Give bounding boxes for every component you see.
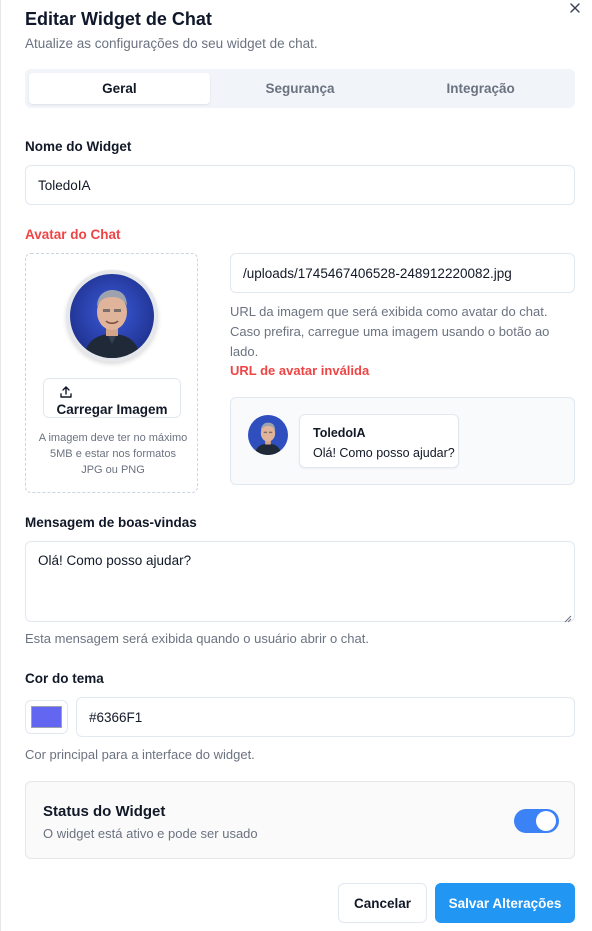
dialog-title: Editar Widget de Chat bbox=[25, 9, 212, 29]
welcome-value: Olá! Como posso ajudar? bbox=[38, 553, 192, 568]
tab-integracao[interactable]: Integração bbox=[390, 73, 571, 104]
avatar-dropzone[interactable]: Carregar Imagem A imagem deve ter no máx… bbox=[25, 253, 198, 493]
upload-note: A imagem deve ter no máximo 5MB e estar … bbox=[38, 432, 188, 476]
upload-image-label: Carregar Imagem bbox=[56, 402, 168, 417]
avatar-url-error: URL de avatar inválida bbox=[230, 363, 370, 378]
theme-color-value: #6366F1 bbox=[89, 709, 143, 725]
theme-label: Cor do tema bbox=[25, 671, 104, 686]
status-title: Status do Widget bbox=[43, 803, 166, 820]
status-toggle[interactable] bbox=[514, 809, 559, 833]
resize-handle-icon[interactable] bbox=[564, 611, 572, 623]
toggle-knob bbox=[536, 811, 556, 831]
widget-name-value: ToledoIA bbox=[38, 177, 91, 193]
dialog-subtitle: Atualize as configurações do seu widget … bbox=[25, 36, 318, 51]
tab-geral[interactable]: Geral bbox=[29, 73, 210, 104]
preview-avatar bbox=[248, 415, 288, 455]
close-icon[interactable] bbox=[566, 0, 584, 18]
cancel-button[interactable]: Cancelar bbox=[338, 883, 427, 923]
theme-help: Cor principal para a interface do widget… bbox=[25, 747, 255, 762]
avatar-url-input[interactable]: /uploads/1745467406528-248912220082.jpg bbox=[230, 253, 575, 293]
chat-preview: ToledoIA Olá! Como posso ajudar? bbox=[230, 397, 575, 485]
tab-seguranca[interactable]: Segurança bbox=[210, 73, 391, 104]
preview-name: ToledoIA bbox=[313, 426, 366, 440]
welcome-help: Esta mensagem será exibida quando o usuá… bbox=[25, 631, 369, 646]
dialog-border bbox=[0, 0, 1, 931]
avatar-url-help: URL da imagem que será exibida como avat… bbox=[230, 304, 550, 359]
welcome-label: Mensagem de boas-vindas bbox=[25, 515, 197, 530]
preview-bubble: ToledoIA Olá! Como posso ajudar? bbox=[299, 414, 459, 468]
theme-color-input[interactable]: #6366F1 bbox=[76, 697, 575, 737]
color-picker[interactable] bbox=[25, 700, 68, 734]
avatar-label: Avatar do Chat bbox=[25, 227, 121, 242]
save-button[interactable]: Salvar Alterações bbox=[435, 883, 575, 923]
status-description: O widget está ativo e pode ser usado bbox=[43, 826, 258, 841]
status-card: Status do Widget O widget está ativo e p… bbox=[25, 781, 575, 859]
upload-image-button[interactable]: Carregar Imagem bbox=[43, 378, 181, 418]
avatar-url-value: /uploads/1745467406528-248912220082.jpg bbox=[243, 265, 512, 281]
widget-name-label: Nome do Widget bbox=[25, 139, 132, 154]
color-swatch bbox=[31, 706, 62, 728]
tab-bar: Geral Segurança Integração bbox=[25, 69, 575, 108]
preview-message: Olá! Como posso ajudar? bbox=[313, 446, 455, 460]
welcome-textarea[interactable]: Olá! Como posso ajudar? bbox=[25, 541, 575, 623]
upload-icon bbox=[59, 385, 73, 399]
avatar-preview bbox=[66, 270, 158, 362]
widget-name-input[interactable]: ToledoIA bbox=[25, 165, 575, 205]
